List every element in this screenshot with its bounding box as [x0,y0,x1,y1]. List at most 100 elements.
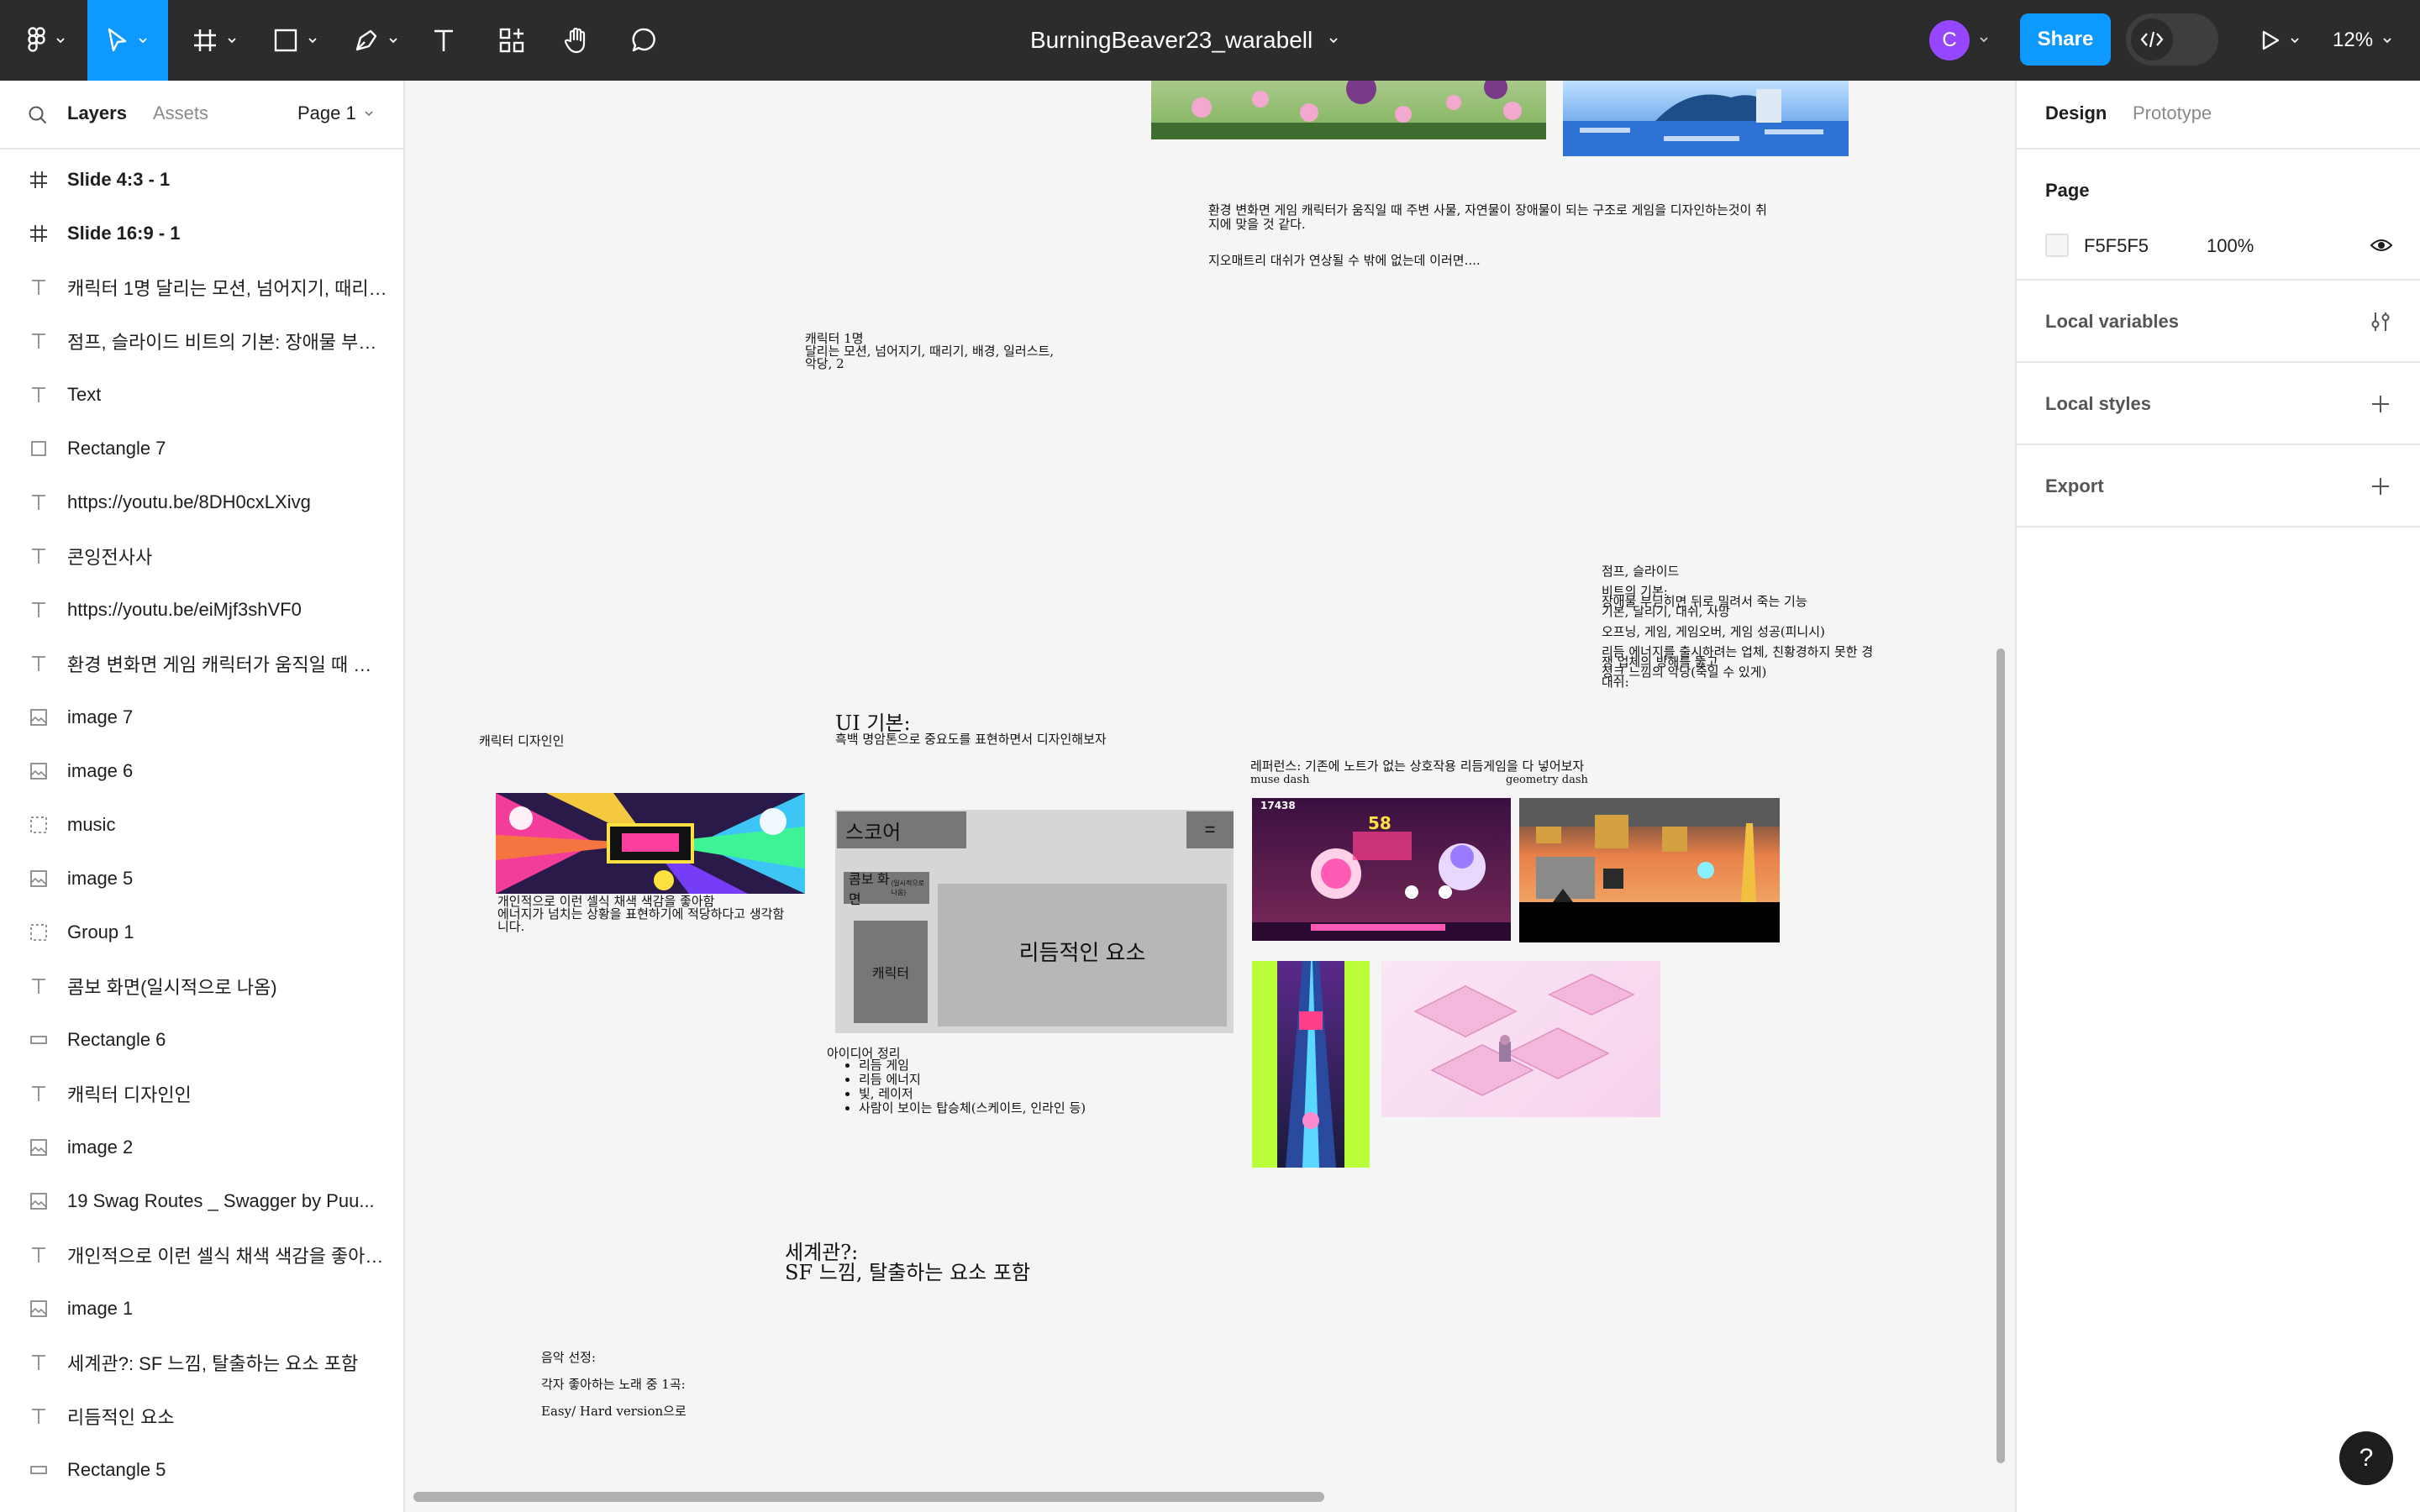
combo-box[interactable]: 콤보 화면 (일시적으로 나옴) [844,872,929,907]
frame-icon [29,223,49,244]
layer-row[interactable]: 캐릭터 1명 달리는 모션, 넘어지기, 때리기... [0,260,403,314]
worldview-desc[interactable]: SF 느낌, 탈출하는 요소 포함 [785,1262,1030,1284]
music-version-note[interactable]: Easy/ Hard version으로 [541,1404,687,1419]
page-opacity-value[interactable]: 100% [2207,235,2254,257]
layer-row[interactable]: 콤보 화면(일시적으로 나옴) [0,959,403,1013]
resources-tool-button[interactable] [494,0,529,81]
main-menu-button[interactable] [20,0,74,81]
tab-prototype[interactable]: Prototype [2133,102,2212,124]
image-flower-field[interactable] [1151,81,1546,139]
shape-tool-button[interactable] [267,0,324,81]
present-button[interactable] [2255,0,2306,81]
layer-row[interactable]: image 6 [0,744,403,798]
tab-design[interactable]: Design [2045,102,2107,124]
layer-row[interactable]: 콘잉전사사 [0,529,403,583]
layer-row[interactable]: 19 Swag Routes _ Swagger by Puu... [0,1174,403,1228]
layer-row[interactable]: image 2 [0,1121,403,1174]
layer-row[interactable]: 환경 변화면 게임 캐릭터가 움직일 때 주변... [0,637,403,690]
layer-label: image 1 [67,1298,134,1319]
text-tool-button[interactable] [427,0,460,81]
layer-label: Group 1 [67,921,134,942]
env-note-2[interactable]: 지오매트리 대쉬가 연상될 수 밖에 없는데 이러면.... [1208,254,1628,268]
jump-slide-note[interactable]: 점프, 슬라이드 비트의 기본: 장애물 부딛히면 뒤로 밀려서 죽는 기능 기… [1602,565,1904,689]
layer-row[interactable]: 리듬적인 요소 [0,1389,403,1443]
character-box[interactable]: 캐릭터 [854,921,928,1023]
page-color-value[interactable]: F5F5F5 [2084,235,2149,257]
horizontal-scrollbar[interactable] [413,1492,1324,1502]
score-box[interactable]: 스코어 [837,811,966,848]
layer-row[interactable]: Group 1 [0,906,403,959]
image-pink-isometric[interactable] [1381,961,1660,1117]
layer-row[interactable]: https://youtu.be/eiMjf3shVF0 [0,583,403,637]
layer-row[interactable]: Rectangle 7 [0,422,403,475]
rhythm-element-box[interactable]: 리듬적인 요소 [938,884,1227,1026]
layer-row[interactable]: Slide 4:3 - 1 [0,153,403,207]
hand-tool-button[interactable] [560,0,595,81]
tab-assets[interactable]: Assets [153,102,208,124]
help-button[interactable]: ? [2339,1431,2393,1485]
layer-row[interactable]: music [0,798,403,852]
character-note[interactable]: 캐릭터 1명 달리는 모션, 넘어지기, 때리기, 배경, 일러스트, 악당, … [805,333,1141,370]
avatar[interactable]: C [1929,20,1970,60]
layer-row[interactable]: 개인적으로 이런 셀식 채색 색감을 좋아함 ... [0,1228,403,1282]
music-selection-desc[interactable]: 각자 좋아하는 노래 중 1곡: [541,1378,686,1392]
chevron-down-icon[interactable] [1978,34,1990,45]
local-styles-section[interactable]: Local styles [2017,363,2420,445]
page-color-swatch[interactable] [2045,234,2069,257]
canvas[interactable]: 환경 변화면 게임 캐릭터가 움직일 때 주변 사물, 자연물이 장애물이 되는… [405,81,2015,1512]
layer-row[interactable]: image 7 [0,690,403,744]
page-selector[interactable]: Page 1 [297,102,375,124]
color-preference-note[interactable]: 개인적으로 이런 셀식 채색 색감을 좋아함 에너지가 넘치는 상황을 표현하기… [497,895,817,933]
ref-muse-label[interactable]: muse dash [1250,773,1309,787]
search-icon[interactable] [27,104,49,126]
layer-label: 환경 변화면 게임 캐릭터가 움직일 때 주변... [67,654,388,675]
layer-row[interactable]: 세계관?: SF 느낌, 탈출하는 요소 포함 [0,1336,403,1389]
ref-geometry-label[interactable]: geometry dash [1506,773,1588,787]
plus-icon[interactable] [2370,475,2391,497]
image-anime-key-visual[interactable] [496,793,805,894]
eye-icon[interactable] [2370,235,2393,255]
chevron-down-icon [2383,38,2391,44]
zoom-menu[interactable]: 12% [2333,0,2393,81]
local-variables-section[interactable]: Local variables [2017,281,2420,363]
layer-row[interactable]: Text [0,368,403,422]
text-icon [29,1352,49,1373]
layer-row[interactable]: 캐릭터 디자인인 [0,1067,403,1121]
character-design-label[interactable]: 캐릭터 디자인인 [479,734,564,748]
local-variables-label: Local variables [2045,311,2179,332]
image-muse-dash[interactable]: 17438 58 [1252,798,1511,941]
frame-tool-button[interactable] [187,0,244,81]
layer-row[interactable]: image 5 [0,852,403,906]
env-note-1[interactable]: 환경 변화면 게임 캐릭터가 움직일 때 주변 사물, 자연물이 장애물이 되는… [1208,203,1847,232]
dev-mode-toggle[interactable] [2126,13,2218,66]
plus-icon[interactable] [2370,393,2391,415]
layer-row[interactable]: 점프, 슬라이드 비트의 기본: 장애물 부딛... [0,314,403,368]
variables-icon[interactable] [2370,311,2391,333]
share-button[interactable]: Share [2020,13,2111,66]
image-geometry-dash[interactable] [1519,798,1780,942]
export-section[interactable]: Export [2017,445,2420,528]
comment-tool-button[interactable] [627,0,662,81]
image-water-scene[interactable] [1563,81,1849,156]
ideas-list[interactable]: 리듬 게임리듬 에너지빛, 레이저사람이 보이는 탑승체(스케이트, 인라인 등… [844,1058,1086,1116]
image-icon [29,761,49,781]
music-selection-title[interactable]: 음악 선정: [541,1351,596,1365]
layer-row[interactable]: https://youtu.be/8DH0cxLXivg [0,475,403,529]
group-icon [29,922,49,942]
layer-row[interactable]: Rectangle 6 [0,1013,403,1067]
ui-mockup-frame[interactable]: 스코어 = 콤보 화면 (일시적으로 나옴) 캐릭터 리듬적인 요소 [835,810,1234,1033]
layer-row[interactable]: Rectangle 5 [0,1443,403,1497]
tab-layers[interactable]: Layers [67,102,127,124]
move-tool-button[interactable] [87,0,168,81]
menu-box[interactable]: = [1186,811,1234,848]
layer-label: Slide 16:9 - 1 [67,223,181,244]
layer-row[interactable]: image 1 [0,1282,403,1336]
layer-row[interactable]: Slide 16:9 - 1 [0,207,403,260]
text-tool-icon [434,29,453,51]
vertical-scrollbar[interactable] [1996,648,2005,1463]
image-neon-runner[interactable] [1252,961,1370,1168]
pen-tool-button[interactable] [348,0,405,81]
file-title[interactable]: BurningBeaver23_warabell [1030,0,1339,81]
reference-title[interactable]: 레퍼런스: 기존에 노트가 없는 상호작용 리듬게임을 다 넣어보자 [1250,759,1584,774]
ui-basic-desc[interactable]: 흑백 명암톤으로 중요도를 표현하면서 디자인해보자 [835,732,1107,747]
